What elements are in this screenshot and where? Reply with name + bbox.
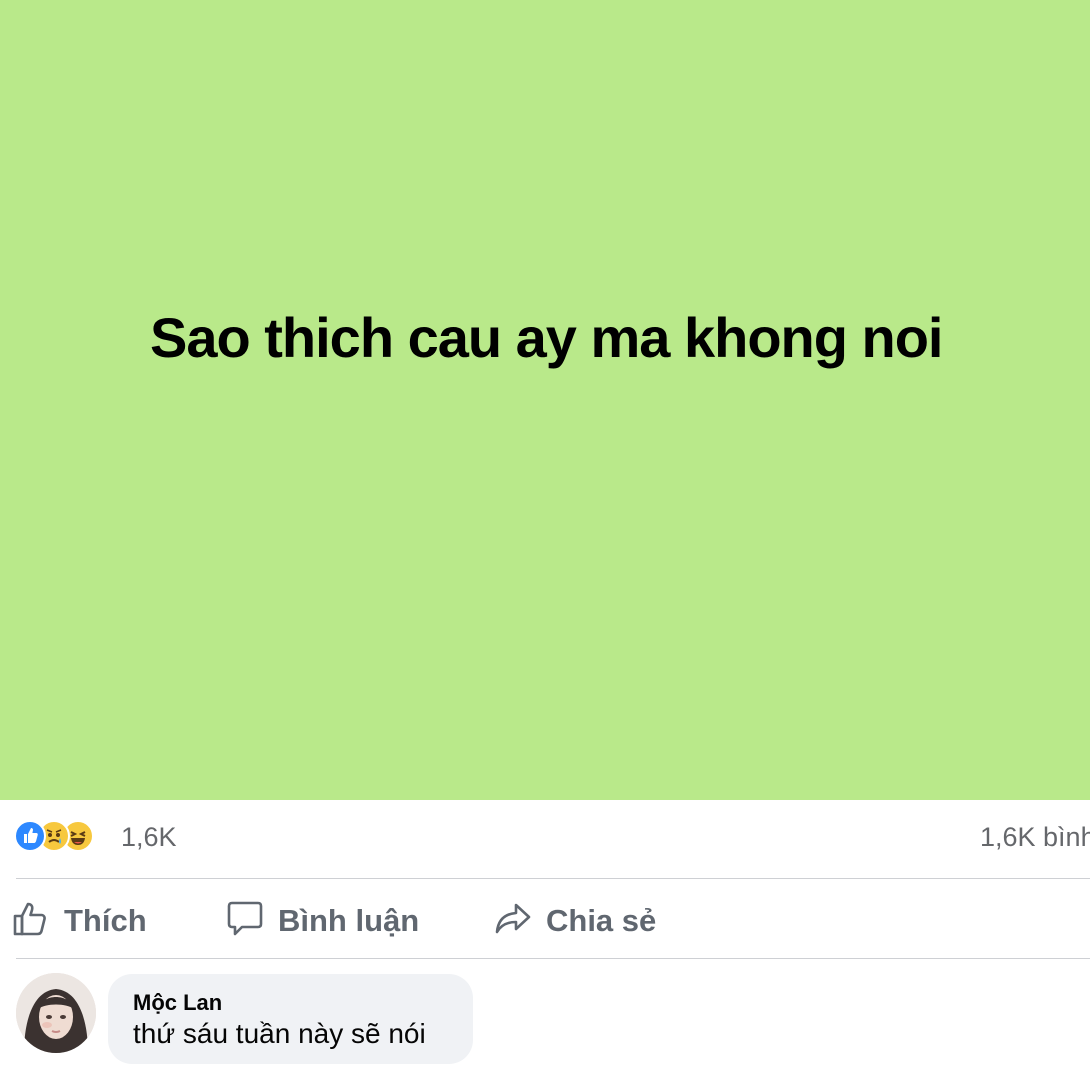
comment-text: thứ sáu tuần này sẽ nói — [133, 1018, 426, 1049]
comment-icon — [226, 900, 264, 943]
like-button[interactable]: Thích — [12, 895, 147, 947]
reaction-count[interactable]: 1,6K — [121, 822, 177, 853]
comment-author[interactable]: Mộc Lan — [133, 990, 222, 1016]
divider — [16, 958, 1090, 959]
reaction-icons[interactable] — [14, 820, 94, 854]
like-label: Thích — [64, 903, 147, 938]
divider — [16, 878, 1090, 879]
share-label: Chia sẻ — [546, 903, 657, 938]
comment-count[interactable]: 1,6K bình — [980, 822, 1090, 853]
share-icon — [494, 900, 532, 943]
like-icon — [14, 820, 46, 852]
comment-button[interactable]: Bình luận — [226, 895, 419, 947]
share-button[interactable]: Chia sẻ — [494, 895, 656, 947]
thumbs-up-icon — [12, 900, 50, 943]
avatar[interactable] — [16, 973, 96, 1053]
post-text: Sao thich cau ay ma khong noi — [150, 306, 943, 369]
post-background — [0, 0, 1090, 800]
comment-label: Bình luận — [278, 903, 420, 938]
